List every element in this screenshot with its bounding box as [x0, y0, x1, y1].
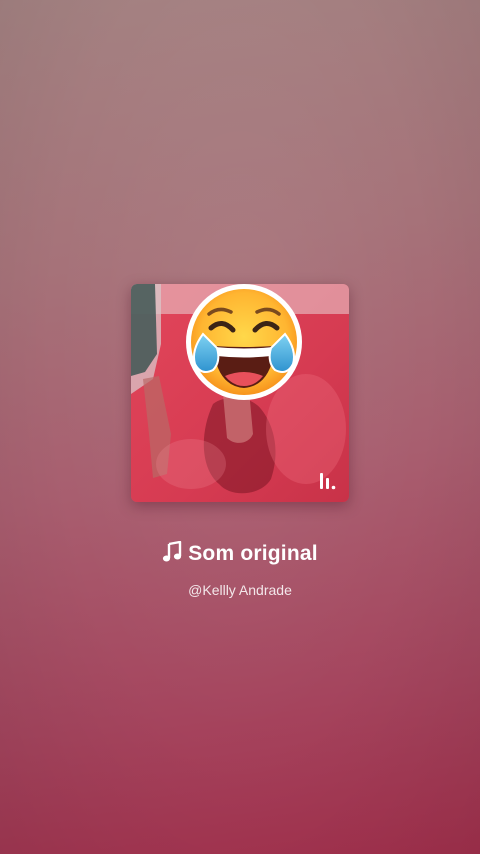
sound-title-text: Som original [188, 542, 318, 565]
kwai-logo-icon [320, 473, 336, 490]
music-note-icon [163, 541, 182, 562]
sound-title[interactable]: Som original [0, 539, 480, 569]
album-cover[interactable] [131, 284, 349, 502]
cover-image [131, 284, 349, 502]
author-handle[interactable]: @Kellly Andrade [0, 580, 480, 600]
